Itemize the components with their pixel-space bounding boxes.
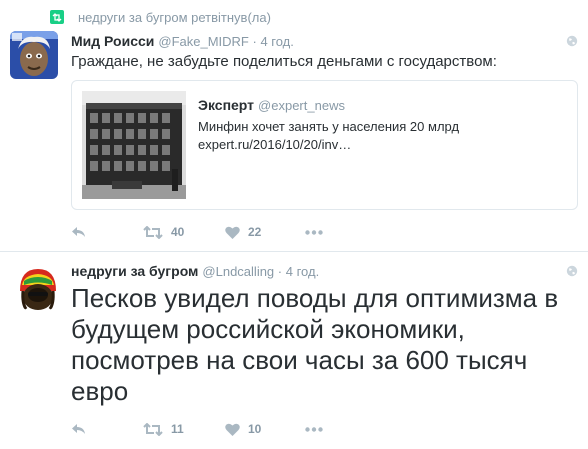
like-button[interactable]: 22 <box>225 225 305 239</box>
retweet-button[interactable]: 11 <box>143 422 225 436</box>
quoted-tweet-image <box>82 91 186 199</box>
retweet-button[interactable]: 40 <box>143 225 225 239</box>
quoted-author-handle[interactable]: @expert_news <box>258 98 345 113</box>
quoted-tweet-body: Минфин хочет занять у населения 20 млрд <box>198 119 460 134</box>
tweet-actions: 11 10 <box>71 419 323 439</box>
globe-icon <box>566 35 578 47</box>
retweet-icon <box>143 225 163 239</box>
more-icon <box>305 229 323 235</box>
retweet-context: недруги за бугром ретвітнув(ла) <box>50 8 271 26</box>
more-button[interactable] <box>305 426 323 432</box>
heart-icon <box>225 226 240 239</box>
retweet-context-label[interactable]: недруги за бугром ретвітнув(ла) <box>78 10 271 25</box>
tweet-1[interactable]: недруги за бугром ретвітнув(ла) Мид Роис… <box>0 0 588 252</box>
retweet-count: 40 <box>171 225 185 239</box>
reply-icon <box>72 423 85 434</box>
author-handle[interactable]: @Fake_MIDRF <box>158 34 249 49</box>
reply-icon <box>72 226 85 237</box>
more-button[interactable] <box>305 229 323 235</box>
quoted-tweet-header: Эксперт @expert_news <box>198 97 345 113</box>
timestamp[interactable]: · 4 год. <box>274 264 319 279</box>
like-button[interactable]: 10 <box>225 422 305 436</box>
avatar[interactable] <box>14 265 62 313</box>
reply-button[interactable] <box>71 423 143 436</box>
more-icon <box>305 426 323 432</box>
author-name[interactable]: Мид Роисси <box>71 33 154 49</box>
quoted-tweet-text: Минфин хочет занять у населения 20 млрд … <box>198 118 568 154</box>
author-handle[interactable]: @Lndcalling <box>202 264 274 279</box>
retweet-count: 11 <box>171 422 184 436</box>
tweet-header: Мид Роисси @Fake_MIDRF · 4 год. <box>71 33 294 49</box>
tweet-header: недруги за бугром @Lndcalling · 4 год. <box>71 263 319 279</box>
avatar[interactable] <box>10 31 58 79</box>
globe-icon <box>566 265 578 277</box>
timestamp[interactable]: · 4 год. <box>249 34 294 49</box>
reply-button[interactable] <box>71 226 143 239</box>
heart-icon <box>225 423 240 436</box>
retweet-icon <box>143 422 163 436</box>
tweet-text: Граждане, не забудьте поделиться деньгам… <box>71 53 497 70</box>
tweet-actions: 40 22 <box>71 222 323 242</box>
retweet-context-icon <box>50 10 64 24</box>
quoted-tweet-link[interactable]: expert.ru/2016/10/20/inv… <box>198 136 568 154</box>
quoted-tweet-card[interactable]: Эксперт @expert_news Минфин хочет занять… <box>71 80 578 210</box>
like-count: 10 <box>248 422 262 436</box>
quoted-author-name[interactable]: Эксперт <box>198 97 254 113</box>
author-name[interactable]: недруги за бугром <box>71 263 198 279</box>
like-count: 22 <box>248 225 262 239</box>
tweet-text: Песков увидел поводы для оптимизма в буд… <box>71 283 559 406</box>
